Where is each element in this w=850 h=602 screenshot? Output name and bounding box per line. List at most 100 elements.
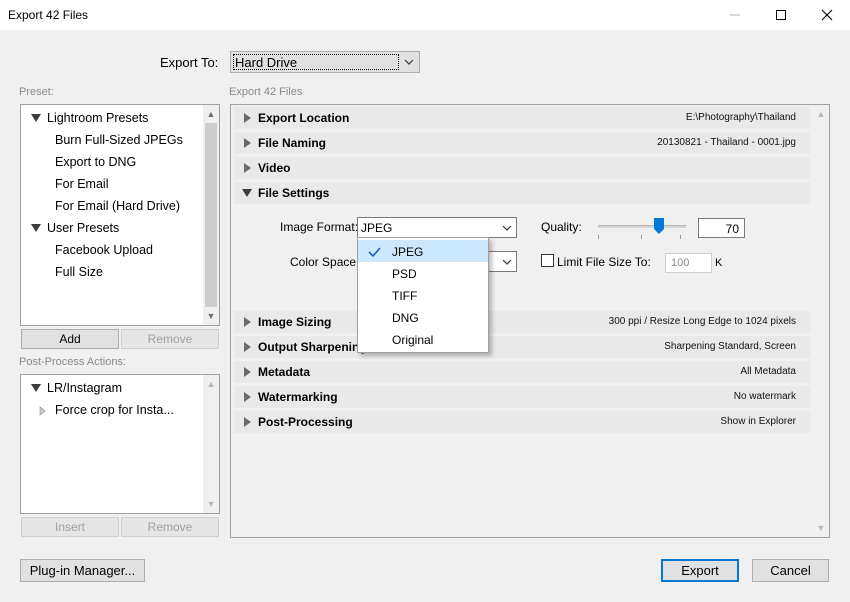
limit-file-size-input[interactable]: 100 [665,253,712,273]
section-summary: No watermark [733,391,796,402]
scroll-up-icon[interactable]: ▲ [203,107,219,121]
section-post-processing[interactable]: Post-Processing Show in Explorer [234,411,810,433]
remove-preset-button[interactable]: Remove [121,329,219,349]
format-option-tiff[interactable]: TIFF [358,284,488,306]
collapse-triangle-icon[interactable] [31,114,41,122]
checkmark-icon [368,247,381,258]
quality-label: Quality: [541,220,582,234]
minimize-button[interactable] [712,0,758,30]
section-output-sharpening[interactable]: Output Sharpening Sharpening Standard, S… [234,336,810,358]
maximize-icon [776,10,786,20]
expand-arrow-icon[interactable] [39,406,47,416]
preset-item[interactable]: Export to DNG [55,155,136,169]
limit-unit-label: K [715,257,723,269]
preset-folder-lightroom[interactable]: Lightroom Presets [47,111,148,125]
image-format-label: Image Format: [280,220,359,234]
section-summary: All Metadata [740,366,796,377]
section-export-location[interactable]: Export Location E:\Photography\Thailand [234,107,810,129]
section-summary: 20130821 - Thailand - 0001.jpg [657,137,796,148]
quality-slider[interactable] [598,218,686,240]
image-format-select[interactable]: JPEG [357,217,517,238]
scroll-up-icon[interactable]: ▲ [813,107,829,121]
chevron-down-icon [404,59,414,65]
section-title: Watermarking [258,390,338,404]
limit-file-size-value: 100 [671,257,690,269]
export-to-select[interactable]: Hard Drive [230,51,420,73]
limit-file-size-label: Limit File Size To: [557,255,651,269]
post-process-folder[interactable]: LR/Instagram [47,381,122,395]
slider-thumb[interactable] [654,218,664,234]
export-button[interactable]: Export [661,559,739,582]
quality-input[interactable]: 70 [698,218,745,238]
post-process-item[interactable]: Force crop for Insta... [55,403,174,417]
section-summary: 300 ppi / Resize Long Edge to 1024 pixel… [608,316,796,327]
section-summary: Sharpening Standard, Screen [664,341,796,352]
scroll-down-icon[interactable]: ▼ [203,497,219,511]
expand-triangle-icon [244,138,251,148]
section-title: Video [258,161,291,175]
format-option-psd[interactable]: PSD [358,262,488,284]
expand-triangle-icon [244,367,251,377]
close-button[interactable] [804,0,850,30]
scroll-down-icon[interactable]: ▼ [813,521,829,535]
export-to-value: Hard Drive [235,55,298,70]
add-preset-button[interactable]: Add [21,329,119,349]
preset-list: Lightroom Presets Burn Full-Sized JPEGs … [20,104,220,326]
expand-triangle-icon [244,113,251,123]
expand-triangle-icon [244,163,251,173]
expand-triangle-icon [244,342,251,352]
slider-track [598,225,686,228]
preset-item[interactable]: Burn Full-Sized JPEGs [55,133,183,147]
section-title: Export Location [258,111,350,125]
settings-scrollbar[interactable]: ▲ ▼ [813,105,829,537]
option-label: JPEG [392,245,424,259]
section-metadata[interactable]: Metadata All Metadata [234,361,810,383]
preset-item[interactable]: Facebook Upload [55,243,153,257]
cancel-button[interactable]: Cancel [752,559,829,582]
section-title: Post-Processing [258,415,353,429]
limit-file-size-checkbox[interactable] [541,254,554,267]
preset-label: Preset: [19,86,54,98]
chevron-down-icon [502,225,512,231]
option-label: TIFF [392,289,418,303]
section-title: File Naming [258,136,327,150]
preset-item[interactable]: Full Size [55,265,103,279]
format-option-dng[interactable]: DNG [358,306,488,328]
maximize-button[interactable] [758,0,804,30]
section-title: File Settings [258,186,330,200]
collapse-triangle-icon[interactable] [31,224,41,232]
plugin-manager-button[interactable]: Plug-in Manager... [20,559,145,582]
quality-value: 70 [725,222,739,236]
export-to-label: Export To: [160,55,219,70]
section-title: Image Sizing [258,315,332,329]
insert-action-button[interactable]: Insert [21,517,119,537]
section-file-naming[interactable]: File Naming 20130821 - Thailand - 0001.j… [234,132,810,154]
section-file-settings[interactable]: File Settings [234,182,810,204]
preset-folder-user[interactable]: User Presets [47,221,119,235]
expand-triangle-icon [244,317,251,327]
section-title: Metadata [258,365,311,379]
remove-action-button[interactable]: Remove [121,517,219,537]
collapse-triangle-icon[interactable] [31,384,41,392]
format-option-jpeg[interactable]: JPEG [358,240,488,262]
preset-scrollbar[interactable]: ▲ ▼ [203,105,219,325]
scroll-up-icon[interactable]: ▲ [203,377,219,391]
main-header: Export 42 Files [229,86,303,98]
option-label: PSD [392,267,417,281]
option-label: DNG [392,311,419,325]
post-process-list: LR/Instagram Force crop for Insta... ▲ ▼ [20,374,220,514]
scroll-down-icon[interactable]: ▼ [203,309,219,323]
format-option-original[interactable]: Original [358,328,488,350]
scroll-thumb[interactable] [205,123,217,307]
expand-triangle-icon [244,392,251,402]
section-image-sizing[interactable]: Image Sizing 300 ppi / Resize Long Edge … [234,311,810,333]
section-video[interactable]: Video [234,157,810,179]
section-summary: Show in Explorer [720,416,796,427]
preset-item[interactable]: For Email (Hard Drive) [55,199,180,213]
color-space-label: Color Space: [290,255,360,269]
image-format-value: JPEG [361,221,393,235]
post-process-scrollbar[interactable]: ▲ ▼ [203,375,219,513]
section-watermarking[interactable]: Watermarking No watermark [234,386,810,408]
preset-item[interactable]: For Email [55,177,108,191]
chevron-down-icon [502,259,512,265]
